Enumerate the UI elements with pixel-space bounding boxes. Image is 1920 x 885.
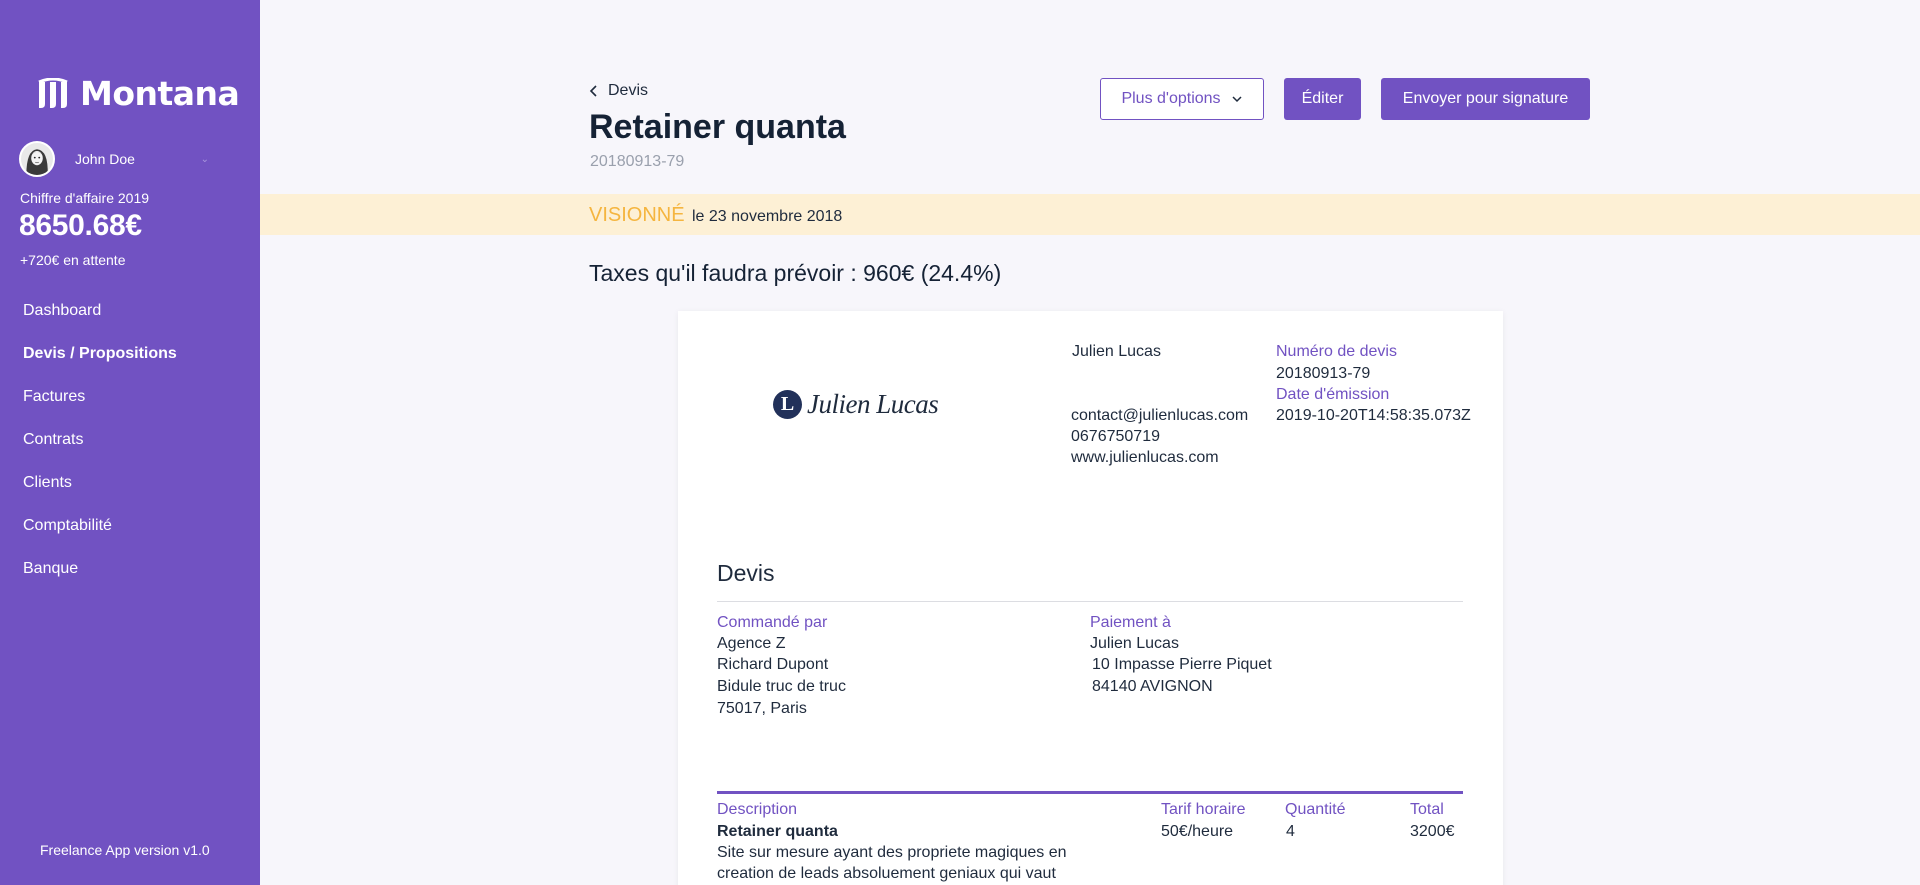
ordered-by-label: Commandé par [717,614,828,631]
sender-website: www.julienlucas.com [1071,449,1219,466]
send-for-signature-button[interactable]: Envoyer pour signature [1381,78,1590,120]
line-item-title: Retainer quanta [717,823,838,840]
issue-date-label: Date d'émission [1276,386,1390,403]
edit-button[interactable]: Éditer [1284,78,1361,120]
back-link[interactable]: Devis [588,82,648,100]
revenue-pending: +720€ en attente [20,252,126,268]
ordered-by-line: Bidule truc de truc [717,678,846,695]
sender-name: Julien Lucas [1072,343,1161,360]
table-header-total: Total [1410,801,1444,818]
sidebar-item-contrats[interactable]: Contrats [0,426,260,469]
sidebar-item-devis[interactable]: Devis / Propositions [0,340,260,383]
company-logo: L Julien Lucas [773,389,939,420]
status-badge: VISIONNÉ [589,204,685,226]
sidebar-item-dashboard[interactable]: Dashboard [0,297,260,340]
sidebar-item-factures[interactable]: Factures [0,383,260,426]
sidebar-item-comptabilite[interactable]: Comptabilité [0,512,260,555]
document-heading: Devis [717,560,775,586]
back-label: Devis [608,82,649,99]
logo-letter: L [773,390,802,419]
table-header-description: Description [717,801,798,818]
payment-to-line: Julien Lucas [1090,635,1179,652]
montana-logo-icon [38,77,68,108]
ordered-by-line: Agence Z [717,635,786,652]
app-logo[interactable]: Montana [36,74,240,113]
divider [717,601,1463,602]
payment-to-line: 84140 AVIGNON [1092,678,1213,695]
revenue-label: Chiffre d'affaire 2019 [20,190,150,206]
quote-number-label: Numéro de devis [1276,343,1397,360]
payment-to-label: Paiement à [1090,614,1171,631]
app-version: Freelance App version v1.0 [40,842,210,858]
more-options-button[interactable]: Plus d'options [1100,78,1264,120]
issue-date: 2019-10-20T14:58:35.073Z [1276,407,1471,424]
sidebar-item-banque[interactable]: Banque [0,555,260,598]
sender-email: contact@julienlucas.com [1071,407,1249,424]
status-banner: VISIONNÉ le 23 novembre 2018 [260,194,1920,235]
user-menu[interactable]: John Doe ⌄ [19,141,209,177]
chevron-down-icon[interactable]: ⌄ [201,154,209,165]
line-item-rate: 50€/heure [1161,823,1234,840]
quote-number: 20180913-79 [1276,365,1371,382]
table-header-rate: Tarif horaire [1161,801,1246,818]
line-item-total: 3200€ [1410,823,1455,840]
payment-to-line: 10 Impasse Pierre Piquet [1092,656,1272,673]
ordered-by-line: 75017, Paris [717,700,807,717]
avatar [19,141,55,177]
page-subtitle: 20180913-79 [590,153,685,170]
table-header-quantity: Quantité [1285,801,1346,818]
revenue-value: 8650.68€ [19,209,142,242]
taxes-estimate: Taxes qu'il faudra prévoir : 960€ (24.4%… [589,260,1002,286]
sidebar-nav: Dashboard Devis / Propositions Factures … [0,297,260,598]
logo-name: Julien Lucas [807,389,939,419]
sender-phone: 0676750719 [1071,428,1160,445]
sidebar-item-clients[interactable]: Clients [0,469,260,512]
chevron-left-icon [589,85,597,97]
sidebar: Montana John Doe ⌄ Chiffre d'affaire 201… [0,0,260,885]
more-options-label: Plus d'options [1121,90,1221,107]
user-avatar-icon [21,143,53,175]
status-date: le 23 novembre 2018 [692,208,843,225]
table-top-border [717,791,1463,794]
quote-document: L Julien Lucas Julien Lucas contact@juli… [678,311,1503,885]
line-item-description: Site sur mesure ayant des propriete magi… [717,844,1067,861]
page-title: Retainer quanta [589,108,846,146]
line-item-description: creation de leads absoluement geniaux qu… [717,865,1056,882]
logo-text: Montana [80,74,240,113]
ordered-by-line: Richard Dupont [717,656,829,673]
line-item-quantity: 4 [1286,823,1295,840]
chevron-down-icon [1232,96,1242,103]
user-name: John Doe [75,151,135,167]
